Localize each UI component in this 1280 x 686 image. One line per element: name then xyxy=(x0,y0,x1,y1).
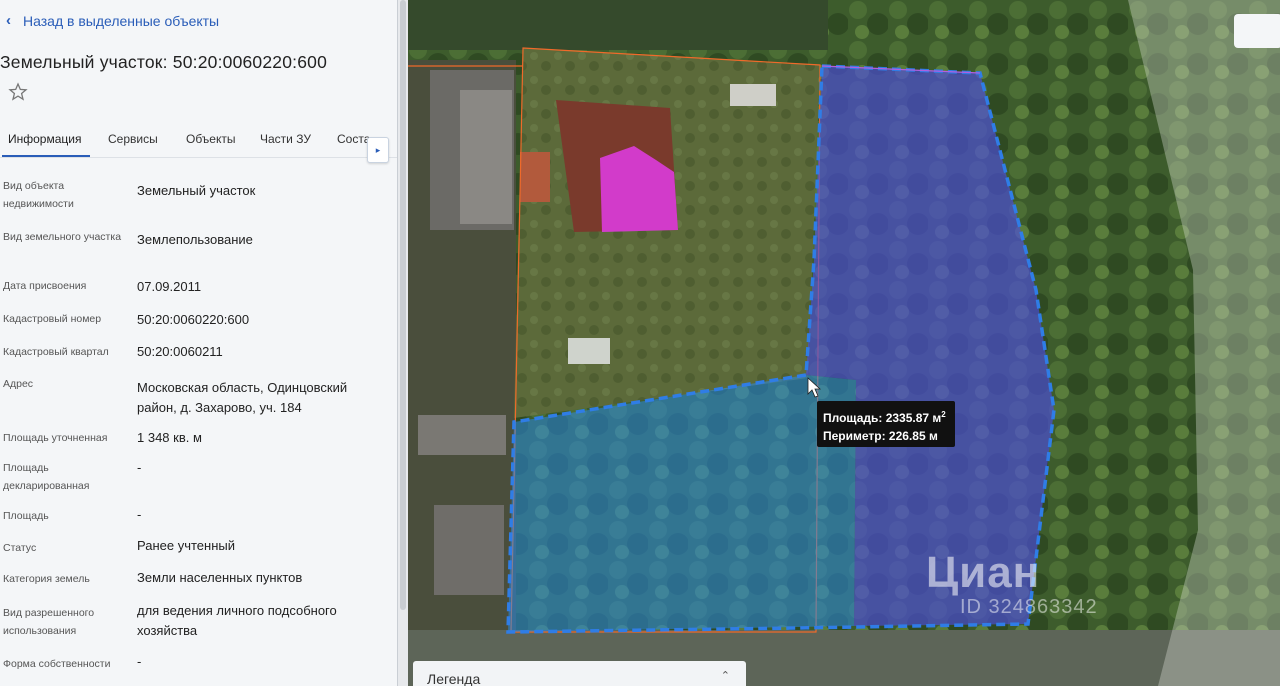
row-value-assign-date: 07.09.2011 xyxy=(137,279,202,294)
tabs-scroll-right-button[interactable]: ▸ xyxy=(367,137,389,163)
watermark-logo: Циан xyxy=(926,548,1041,597)
back-link-label: Назад в выделенные объекты xyxy=(23,12,220,29)
tooltip-area: Площадь: 2335.87 м2 xyxy=(823,406,949,427)
row-label-permitted-use: Вид разрешенного использования xyxy=(3,607,95,637)
row-value-area: - xyxy=(137,507,142,522)
neighbor-building-2 xyxy=(434,505,504,595)
greenhouse xyxy=(730,84,776,106)
legend-label: Легенда xyxy=(427,671,481,686)
row-label-address: Адрес xyxy=(3,378,34,390)
page-title: Земельный участок: 50:20:0060220:600 xyxy=(0,52,328,72)
measurement-tooltip: Площадь: 2335.87 м2 Периметр: 226.85 м xyxy=(817,401,955,447)
row-value-area-declared: - xyxy=(137,460,142,475)
neighbor-shed xyxy=(418,415,506,455)
greenhouse-2 xyxy=(568,338,610,364)
map-control-button[interactable] xyxy=(1234,14,1280,48)
legend-dropdown[interactable]: Легенда ⌃ xyxy=(413,661,746,686)
row-label-area: Площадь xyxy=(3,510,49,522)
row-label-area-refined: Площадь уточненная xyxy=(3,432,108,444)
map-canvas[interactable] xyxy=(408,0,1280,686)
row-label-status: Статус xyxy=(3,542,37,554)
top-strip xyxy=(408,0,828,50)
tab-composition[interactable]: Соста xyxy=(337,132,370,146)
neighbor-roof xyxy=(460,90,512,224)
row-label-cadastral-number: Кадастровый номер xyxy=(3,313,102,325)
tab-parts[interactable]: Части ЗУ xyxy=(260,132,311,146)
tab-objects[interactable]: Объекты xyxy=(186,132,236,146)
tab-info[interactable]: Информация xyxy=(8,132,81,146)
tooltip-area-unit-exp: 2 xyxy=(941,410,946,419)
watermark-id: ID 324863342 xyxy=(960,596,1098,618)
row-label-land-type: Вид земельного участка xyxy=(3,231,122,243)
active-tab-indicator xyxy=(2,155,90,157)
back-link[interactable]: ‹ Назад в выделенные объекты xyxy=(6,12,219,29)
shed-roof xyxy=(520,152,550,202)
row-value-land-type: Землепользование xyxy=(137,232,253,247)
expand-icon: ⌃ xyxy=(720,670,730,682)
chevron-left-icon: ‹ xyxy=(6,12,11,29)
tooltip-perimeter: Периметр: 226.85 м xyxy=(823,429,938,443)
row-value-area-refined: 1 348 кв. м xyxy=(137,430,202,445)
tooltip-area-text: Площадь: 2335.87 м xyxy=(823,411,942,425)
tab-services[interactable]: Сервисы xyxy=(108,132,158,146)
row-label-assign-date: Дата присвоения xyxy=(3,280,87,292)
row-label-ownership: Форма собственности xyxy=(3,658,111,670)
row-label-cadastral-quarter: Кадастровый квартал xyxy=(3,346,109,358)
row-value-permitted-use: для ведения личного подсобного хозяйства xyxy=(137,603,337,638)
caret-right-icon: ▸ xyxy=(375,144,381,155)
row-value-ownership: - xyxy=(137,654,142,669)
row-label-land-category: Категория земель xyxy=(3,573,90,585)
tab-bar: Информация Сервисы Объекты Части ЗУ Сост… xyxy=(0,128,397,158)
scrollbar-thumb[interactable] xyxy=(400,0,406,610)
row-label-area-declared: Площадь декларированная xyxy=(3,462,90,492)
star-icon[interactable] xyxy=(8,82,28,102)
row-value-cadastral-quarter: 50:20:0060211 xyxy=(137,344,223,359)
row-value-address: Московская область, Одинцовский район, д… xyxy=(137,380,348,415)
object-info-panel: ‹ Назад в выделенные объекты Земельный у… xyxy=(0,0,398,686)
satellite-map[interactable] xyxy=(408,0,1280,686)
row-value-status: Ранее учтенный xyxy=(137,538,235,553)
row-value-cadastral-number: 50:20:0060220:600 xyxy=(137,312,250,327)
panel-scrollbar[interactable] xyxy=(398,0,408,686)
row-label-object-type: Вид объекта недвижимости xyxy=(3,180,74,210)
row-value-land-category: Земли населенных пунктов xyxy=(137,570,303,585)
row-value-object-type: Земельный участок xyxy=(137,183,256,198)
